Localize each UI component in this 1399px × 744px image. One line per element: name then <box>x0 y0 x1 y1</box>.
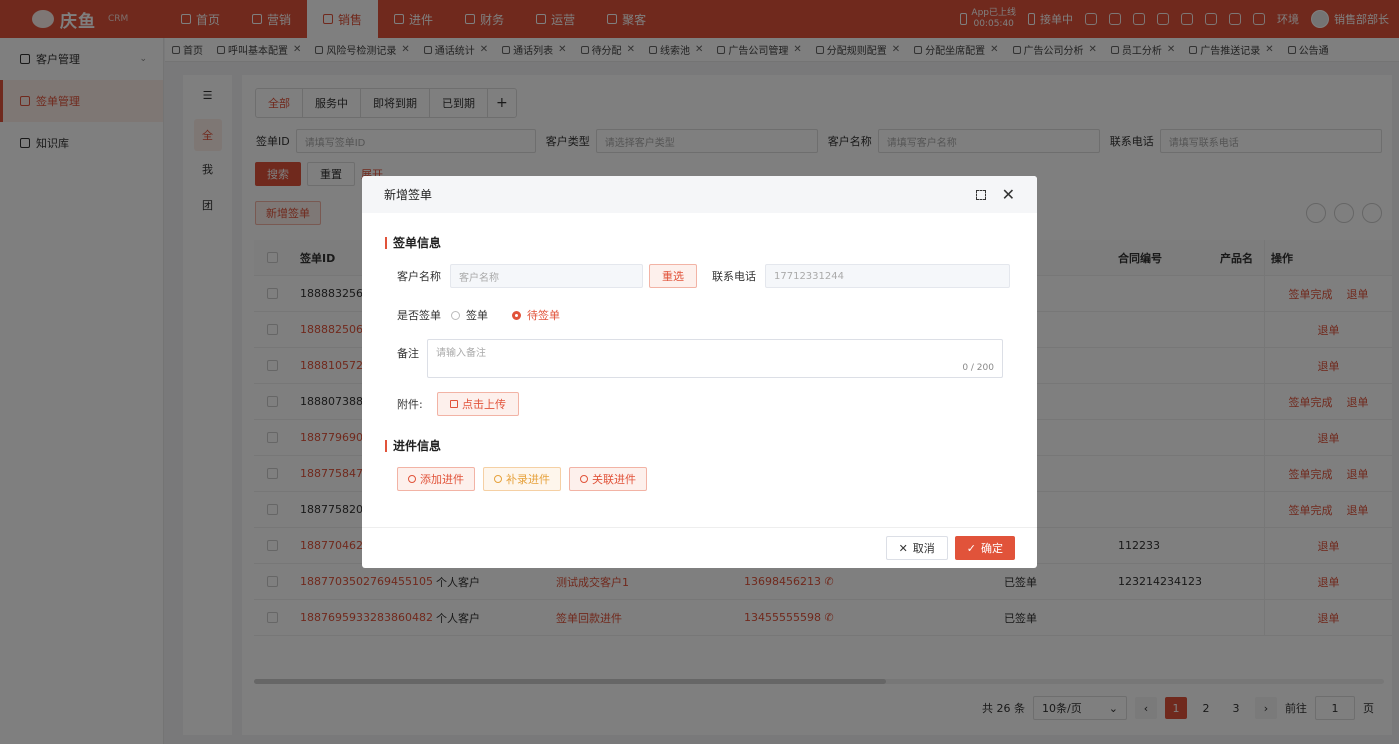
radio-pending[interactable]: 待签单 <box>512 307 560 323</box>
remark-row: 备注 请输入备注 0 / 200 <box>397 339 1003 378</box>
new-sign-dialog: 新增签单 ✕ 签单信息 客户名称 客户名称 重选 联系电话 1771233124… <box>362 176 1037 568</box>
reselect-button[interactable]: 重选 <box>649 264 697 288</box>
check-icon: ✓ <box>966 541 976 555</box>
folder-icon <box>450 400 458 408</box>
attach-row: 附件: 点击上传 <box>397 392 519 416</box>
customer-name-field[interactable]: 客户名称 <box>450 264 643 288</box>
upload-button[interactable]: 点击上传 <box>437 392 519 416</box>
supplement-incoming-button[interactable]: 补录进件 <box>483 467 561 491</box>
radio-signed[interactable]: 签单 <box>451 307 488 323</box>
fullscreen-icon[interactable] <box>975 189 986 200</box>
dialog-header: 新增签单 ✕ <box>362 176 1037 213</box>
dialog-title: 新增签单 <box>384 188 433 202</box>
close-icon: ✕ <box>898 541 908 555</box>
add-incoming-button[interactable]: 添加进件 <box>397 467 475 491</box>
plus-circle-icon <box>408 475 416 483</box>
sign-choice-row: 是否签单 签单 待签单 <box>397 307 560 323</box>
remark-count: 0 / 200 <box>962 363 994 373</box>
remark-textarea[interactable]: 请输入备注 0 / 200 <box>427 339 1003 378</box>
incoming-buttons: 添加进件 补录进件 关联进件 <box>397 467 647 491</box>
phone-field[interactable]: 17712331244 <box>765 264 1010 288</box>
link-incoming-button[interactable]: 关联进件 <box>569 467 647 491</box>
section-sign-info: 签单信息 <box>385 237 441 249</box>
cancel-button[interactable]: ✕ 取消 <box>885 536 948 560</box>
link-icon <box>580 475 588 483</box>
plus-circle-icon <box>494 475 502 483</box>
dialog-footer: ✕ 取消 ✓ 确定 <box>362 527 1037 568</box>
section-incoming-info: 进件信息 <box>385 440 441 452</box>
customer-row: 客户名称 客户名称 重选 联系电话 17712331244 <box>397 264 1010 288</box>
confirm-button[interactable]: ✓ 确定 <box>954 536 1015 560</box>
close-icon[interactable]: ✕ <box>1002 186 1015 203</box>
